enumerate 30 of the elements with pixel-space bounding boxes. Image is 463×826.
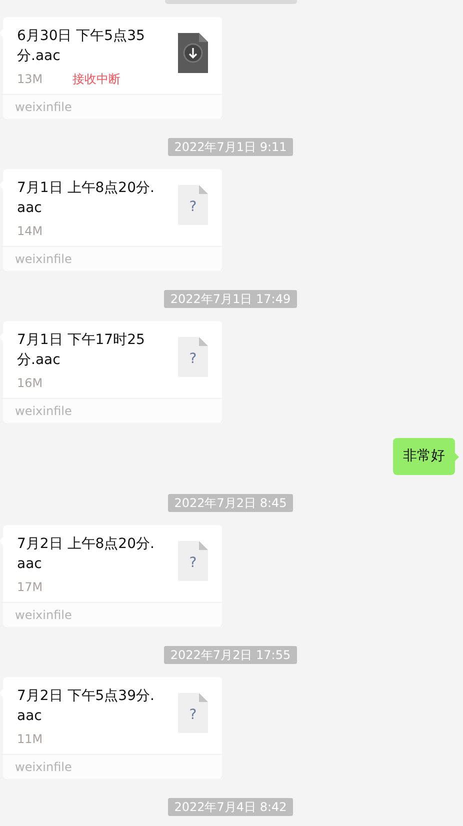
file-size: 13M: [17, 71, 43, 88]
file-size: 14M: [17, 223, 43, 240]
file-message-card[interactable]: 6月30日 下午5点35分.aac 13M 接收中断 weixinfile: [3, 17, 222, 119]
file-icon: [178, 541, 208, 581]
file-name: 7月2日 上午8点20分.aac: [17, 535, 156, 574]
file-icon: [178, 185, 208, 225]
file-download-icon: [178, 33, 208, 73]
timestamp: 2022年7月4日 8:42: [168, 798, 293, 816]
file-size: 17M: [17, 579, 43, 596]
question-mark-icon: ?: [178, 199, 208, 215]
file-size: 16M: [17, 375, 43, 392]
file-name: 6月30日 下午5点35分.aac: [17, 27, 146, 66]
file-message-card[interactable]: 7月2日 上午8点20分.aac 17M ? weixinfile: [3, 525, 222, 627]
question-mark-icon: ?: [178, 707, 208, 723]
timestamp: 2022年7月2日 17:55: [164, 646, 297, 664]
download-status: 接收中断: [72, 71, 121, 88]
question-mark-icon: ?: [178, 555, 208, 571]
file-name: 7月1日 下午17时25分.aac: [17, 331, 146, 370]
file-size: 11M: [17, 731, 43, 748]
timestamp: 2022年7月1日 17:49: [164, 290, 297, 308]
file-icon: [178, 693, 208, 733]
file-message-card[interactable]: 7月1日 上午8点20分.aac 14M ? weixinfile: [3, 169, 222, 271]
file-name: 7月1日 上午8点20分.aac: [17, 179, 156, 218]
file-icon: [178, 337, 208, 377]
file-name: 7月2日 下午5点39分.aac: [17, 687, 156, 726]
timestamp: 2022年7月1日 9:11: [168, 138, 293, 156]
question-mark-icon: ?: [178, 351, 208, 367]
timestamp: 2022年7月2日 8:45: [168, 494, 293, 512]
file-message-card[interactable]: 7月2日 下午5点39分.aac 11M ? weixinfile: [3, 677, 222, 779]
file-message-card[interactable]: 7月1日 下午17时25分.aac 16M ? weixinfile: [3, 321, 222, 423]
